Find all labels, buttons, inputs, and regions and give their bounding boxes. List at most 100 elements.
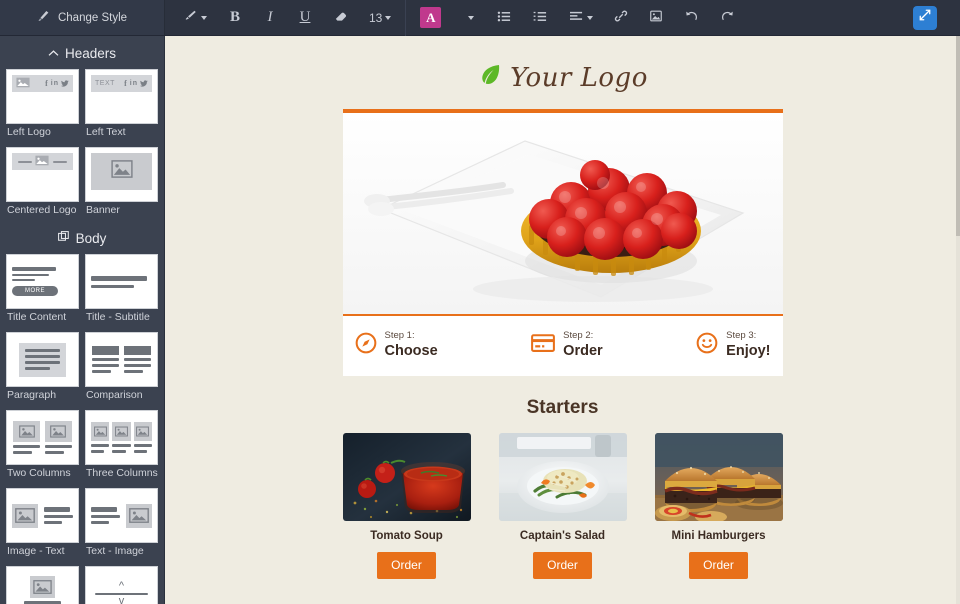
menu-item-name-tomato-soup: Tomato Soup [370, 530, 443, 542]
compass-icon [355, 332, 377, 359]
layers-icon [57, 231, 70, 246]
email-template-editor: Change Style B I U 13 A Headers f in Lef… [0, 0, 960, 604]
redo-button[interactable] [716, 5, 739, 31]
block-card-separator[interactable]: ^ v Separator [85, 566, 158, 604]
order-button-mini-hamburgers[interactable]: Order [689, 552, 748, 579]
block-thumb-separator[interactable]: ^ v [85, 566, 158, 604]
step-title-3: Enjoy! [726, 342, 771, 359]
email-canvas[interactable]: Your Logo Step 1: Choose Step 2: Order S… [165, 36, 960, 604]
blocks-sidebar[interactable]: Headers f in Left Logo TEXT f in Left Te… [0, 36, 165, 604]
hero-block[interactable]: Step 1: Choose Step 2: Order Step 3: Enj… [342, 109, 783, 376]
block-thumb-three-columns[interactable] [85, 410, 158, 465]
mini-hamburgers-photo [654, 433, 783, 521]
bold-button[interactable]: B [224, 5, 246, 31]
block-card-title-subtitle[interactable]: Title - Subtitle [85, 254, 158, 328]
block-thumb-text-image[interactable] [85, 488, 158, 543]
canvas-scrollbar-track[interactable] [956, 36, 960, 604]
block-label-image-text: Image - Text [7, 545, 65, 557]
steps-block[interactable]: Step 1: Choose Step 2: Order Step 3: Enj… [343, 316, 783, 376]
section-title-starters[interactable]: Starters [165, 376, 960, 433]
bulleted-list-icon [497, 10, 512, 26]
block-thumb-more-button: MORE [12, 286, 58, 296]
align-button[interactable] [565, 5, 597, 31]
leaf-icon [477, 62, 503, 93]
step-number-1: Step 1: [384, 330, 415, 341]
credit-card-icon [531, 333, 556, 358]
block-card-left-logo[interactable]: f in Left Logo [6, 69, 79, 143]
block-thumb-paragraph[interactable] [6, 332, 79, 387]
menu-item-captains-salad: Captain's Salad Order [498, 433, 627, 579]
chevron-up-glyph: ^ [118, 579, 125, 592]
block-card-image[interactable]: Image [6, 566, 79, 604]
clear-formatting-button[interactable] [329, 5, 352, 31]
menu-item-name-mini-hamburgers: Mini Hamburgers [671, 530, 766, 542]
email-logo-block[interactable]: Your Logo [165, 36, 960, 109]
toolbar-divider [405, 0, 407, 36]
body-block-grid: MORE Title Content Title - Subtitle Para… [6, 254, 158, 604]
block-card-centered-logo[interactable]: Centered Logo [6, 147, 79, 221]
insert-link-button[interactable] [610, 5, 632, 31]
sidebar-section-headers[interactable]: Headers [6, 36, 158, 69]
bulleted-list-button[interactable] [493, 5, 516, 31]
headers-block-grid: f in Left Logo TEXT f in Left Text Cente… [6, 69, 158, 221]
block-thumb-image[interactable] [6, 566, 79, 604]
font-size-dropdown[interactable]: 13 [365, 5, 395, 31]
menu-items-row: Tomato Soup Order Captain's Salad Order … [342, 433, 783, 579]
block-thumb-left-text[interactable]: TEXT f in [85, 69, 158, 124]
block-thumb-two-columns[interactable] [6, 410, 79, 465]
block-card-three-columns[interactable]: Three Columns [85, 410, 158, 484]
block-thumb-comparison[interactable] [85, 332, 158, 387]
order-button-captains-salad[interactable]: Order [533, 552, 592, 579]
menu-item-image-captains-salad[interactable] [498, 433, 627, 521]
format-painter-button[interactable] [179, 5, 211, 31]
block-card-text-image[interactable]: Text - Image [85, 488, 158, 562]
step-number-2: Step 2: [563, 330, 594, 341]
block-thumb-image-text[interactable] [6, 488, 79, 543]
menu-item-image-mini-hamburgers[interactable] [654, 433, 783, 521]
toolbar-right-group [890, 0, 960, 35]
chevron-down-glyph: v [118, 594, 125, 604]
hero-image[interactable] [342, 113, 783, 316]
underline-button[interactable]: U [294, 5, 316, 31]
redo-icon [720, 9, 735, 26]
sidebar-section-body[interactable]: Body [6, 221, 158, 254]
expand-fullscreen-button[interactable] [913, 5, 937, 30]
social-icons: f in [45, 79, 69, 88]
font-color-button[interactable]: A [416, 5, 445, 31]
eraser-icon [333, 10, 348, 26]
block-thumb-centered-logo[interactable] [6, 147, 79, 202]
insert-image-icon [649, 9, 663, 26]
block-card-comparison[interactable]: Comparison [85, 332, 158, 406]
block-thumb-banner[interactable] [85, 147, 158, 202]
block-card-left-text[interactable]: TEXT f in Left Text [85, 69, 158, 143]
change-style-button[interactable]: Change Style [0, 0, 165, 35]
order-button-tomato-soup[interactable]: Order [377, 552, 436, 579]
undo-icon [684, 9, 699, 26]
sidebar-section-headers-label: Headers [64, 46, 117, 61]
step-number-3: Step 3: [726, 330, 757, 341]
block-card-title-content[interactable]: MORE Title Content [6, 254, 79, 328]
step-item-2: Step 2: Order [531, 330, 603, 360]
email-logo-text: Your Logo [510, 62, 648, 93]
block-label-comparison: Comparison [86, 389, 143, 401]
block-label-left-text: Left Text [86, 126, 126, 138]
block-thumb-left-logo[interactable]: f in [6, 69, 79, 124]
menu-item-image-tomato-soup[interactable] [342, 433, 471, 521]
block-card-banner[interactable]: Banner [85, 147, 158, 221]
chevron-up-icon [48, 46, 59, 61]
formatting-toolbar: B I U 13 A [165, 0, 890, 36]
numbered-list-button[interactable] [529, 5, 552, 31]
block-label-left-logo: Left Logo [7, 126, 51, 138]
top-toolbar: Change Style B I U 13 A [0, 0, 960, 36]
block-card-paragraph[interactable]: Paragraph [6, 332, 79, 406]
italic-button[interactable]: I [259, 5, 281, 31]
canvas-scrollbar-thumb[interactable] [956, 36, 960, 236]
block-card-image-text[interactable]: Image - Text [6, 488, 79, 562]
chevron-down-icon [201, 15, 207, 20]
block-card-two-columns[interactable]: Two Columns [6, 410, 79, 484]
block-thumb-title-subtitle[interactable] [85, 254, 158, 309]
block-thumb-title-content[interactable]: MORE [6, 254, 79, 309]
insert-image-button[interactable] [645, 5, 667, 31]
font-color-dropdown[interactable] [458, 5, 480, 31]
undo-button[interactable] [680, 5, 703, 31]
